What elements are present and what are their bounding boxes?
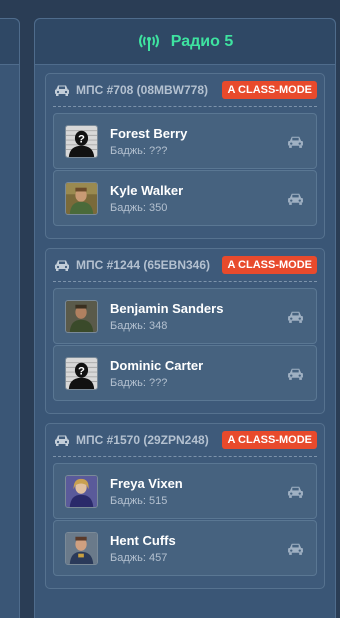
member-badge-number: Баджь: 350 (110, 201, 168, 214)
svg-text:?: ? (78, 365, 85, 377)
car-icon (55, 435, 69, 446)
unit-header: МПС #708 (08MBW778) A CLASS-MODE (53, 74, 317, 107)
member-badge-number: Баджь: 515 (110, 494, 168, 507)
member-name: Forest Berry (110, 125, 188, 141)
left-panel (0, 18, 20, 618)
member-row[interactable]: Freya Vixen Баджь: 515 (53, 463, 317, 519)
member-row[interactable]: ? Forest Berry Баджь: ??? (53, 113, 317, 169)
vehicle-icon (288, 193, 303, 205)
unit-card: МПС #1244 (65EBN346) A CLASS-MODE Benjam… (45, 248, 325, 414)
radio-title: Радио 5 (170, 32, 234, 50)
member-badge-number: Баджь: ??? (110, 376, 168, 389)
class-mode-badge: A CLASS-MODE (222, 256, 317, 274)
member-name: Freya Vixen (110, 475, 183, 491)
member-row[interactable]: Kyle Walker Баджь: 350 (53, 170, 317, 226)
member-row[interactable]: Hent Cuffs Баджь: 457 (53, 520, 317, 576)
member-row[interactable]: Benjamin Sanders Баджь: 348 (53, 288, 317, 344)
vehicle-icon (288, 486, 303, 498)
unit-card: МПС #708 (08MBW778) A CLASS-MODE ? Fores… (45, 73, 325, 239)
vehicle-icon (288, 136, 303, 148)
radio-antenna-icon (138, 33, 159, 51)
avatar-unknown: ? (65, 124, 98, 158)
avatar-photo (65, 531, 98, 565)
member-badge-number: Баджь: ??? (110, 144, 168, 157)
left-panel-header (0, 19, 19, 65)
car-icon (55, 260, 69, 271)
member-row[interactable]: ? Dominic Carter Баджь: ??? (53, 345, 317, 401)
avatar-unknown: ? (65, 356, 98, 390)
unit-header: МПС #1244 (65EBN346) A CLASS-MODE (53, 249, 317, 282)
unit-name: МПС #1244 (65EBN346) (76, 258, 211, 272)
avatar-photo (65, 474, 98, 508)
unit-name: МПС #1570 (29ZPN248) (76, 433, 209, 447)
unit-name: МПС #708 (08MBW778) (76, 83, 208, 97)
member-name: Kyle Walker (110, 182, 184, 198)
member-name: Dominic Carter (110, 357, 204, 373)
vehicle-icon (288, 543, 303, 555)
class-mode-badge: A CLASS-MODE (222, 431, 317, 449)
member-badge-number: Баджь: 348 (110, 319, 168, 332)
svg-text:?: ? (78, 133, 85, 145)
member-name: Benjamin Sanders (110, 300, 224, 316)
unit-header: МПС #1570 (29ZPN248) A CLASS-MODE (53, 424, 317, 457)
avatar-photo (65, 299, 98, 333)
radio-panel: Радио 5 МПС #708 (08MBW778) A CLASS-MODE (34, 18, 336, 618)
member-badge-number: Баджь: 457 (110, 551, 168, 564)
avatar-photo (65, 181, 98, 215)
radio-header: Радио 5 (35, 19, 335, 65)
vehicle-icon (288, 311, 303, 323)
class-mode-badge: A CLASS-MODE (222, 81, 317, 99)
unit-card: МПС #1570 (29ZPN248) A CLASS-MODE Freya … (45, 423, 325, 589)
member-name: Hent Cuffs (110, 532, 176, 548)
car-icon (55, 85, 69, 96)
vehicle-icon (288, 368, 303, 380)
